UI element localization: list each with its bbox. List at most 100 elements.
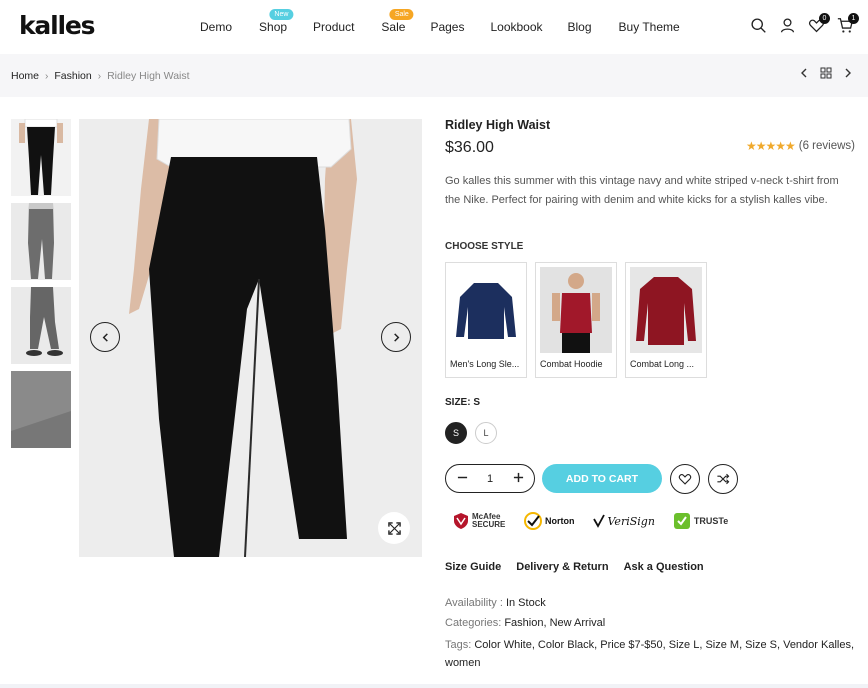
badge-label: Norton <box>545 516 575 526</box>
thumbnail-list <box>11 119 71 455</box>
thumbnail-2[interactable] <box>11 203 71 280</box>
nav-label: Blog <box>567 20 592 34</box>
product-navigation <box>798 67 854 82</box>
norton-badge: Norton <box>524 512 575 530</box>
style-image <box>540 267 612 353</box>
header-actions: 0 1 <box>750 13 859 34</box>
size-option-s[interactable]: S <box>445 422 467 444</box>
nav-buy-theme[interactable]: Buy Theme <box>619 20 680 34</box>
availability-label: Availability : <box>445 597 503 609</box>
shield-icon <box>454 513 468 529</box>
decrease-quantity-button[interactable] <box>456 470 468 487</box>
size-options: S L <box>445 422 497 444</box>
badge-label: VeriSign <box>607 514 655 528</box>
compare-button[interactable] <box>708 464 738 494</box>
cart-icon[interactable]: 1 <box>837 13 859 34</box>
thumbnail-4[interactable] <box>11 371 71 448</box>
size-label: SIZE: S <box>445 397 481 408</box>
size-option-l[interactable]: L <box>475 422 497 444</box>
style-option-3[interactable]: Combat Long ... <box>625 262 707 378</box>
sale-badge: Sale <box>389 9 414 20</box>
nav-label: Shop <box>259 20 288 34</box>
product-main-image[interactable] <box>79 119 422 557</box>
trust-badges: McAfee SECURE Norton VeriSign TRUSTe <box>453 512 728 530</box>
nav-label: Product <box>313 20 355 34</box>
categories-row: Categories: Fashion, New Arrival <box>445 614 860 632</box>
heart-icon[interactable]: 0 <box>808 13 830 34</box>
product-title: Ridley High Waist <box>445 118 551 132</box>
style-option-1[interactable]: Men's Long Sle... <box>445 262 527 378</box>
quantity-stepper: 1 <box>445 464 535 493</box>
next-image-button[interactable] <box>381 322 411 352</box>
nav-lookbook[interactable]: Lookbook <box>490 20 542 34</box>
wishlist-button[interactable] <box>670 464 700 494</box>
product-price: $36.00 <box>445 139 494 156</box>
verisign-badge: VeriSign <box>592 514 655 528</box>
nav-shop[interactable]: Shop New <box>259 9 294 34</box>
nav-pages[interactable]: Pages <box>430 20 464 34</box>
chevron-right-icon: › <box>45 70 49 82</box>
breadcrumb: Home › Fashion › Ridley High Waist <box>11 70 190 82</box>
product-links: Size Guide Delivery & Return Ask a Quest… <box>445 561 704 573</box>
main-nav: Demo Shop New Product Sale Sale Pages Lo… <box>200 9 680 34</box>
breadcrumb-home[interactable]: Home <box>11 70 39 82</box>
availability-row: Availability : In Stock <box>445 594 860 612</box>
thumbnail-3[interactable] <box>11 287 71 364</box>
nav-sale[interactable]: Sale Sale <box>381 9 414 34</box>
badge-label: McAfee SECURE <box>472 512 506 529</box>
thumbnail-1[interactable] <box>11 119 71 196</box>
site-header: kalles Demo Shop New Product Sale Sale P… <box>0 0 868 54</box>
grid-icon[interactable] <box>820 67 832 82</box>
check-circle-icon <box>524 512 542 530</box>
truste-icon <box>673 513 690 529</box>
style-option-2[interactable]: Combat Hoodie <box>535 262 617 378</box>
ask-question-link[interactable]: Ask a Question <box>624 561 704 573</box>
quantity-value[interactable]: 1 <box>487 473 493 485</box>
site-logo[interactable]: kalles <box>19 11 95 40</box>
breadcrumb-fashion[interactable]: Fashion <box>54 70 91 82</box>
increase-quantity-button[interactable] <box>512 470 524 487</box>
tags-label: Tags: <box>445 639 472 651</box>
zoom-button[interactable] <box>378 512 410 544</box>
expand-icon <box>387 521 401 535</box>
nav-blog[interactable]: Blog <box>568 20 592 34</box>
nav-label: Lookbook <box>490 20 543 34</box>
badge-label: TRUSTe <box>693 516 729 526</box>
search-icon[interactable] <box>750 17 767 34</box>
product-rating[interactable]: ★★★★★ (6 reviews) <box>746 139 855 153</box>
add-to-cart-button[interactable]: ADD TO CART <box>542 464 662 493</box>
tags-links[interactable]: Color White, Color Black, Price $7-$50, … <box>445 639 854 669</box>
product-description: Go kalles this summer with this vintage … <box>445 175 839 206</box>
rating-stars: ★★★★★ <box>745 139 796 153</box>
chevron-right-icon <box>393 332 399 342</box>
tags-row: Tags: Color White, Color Black, Price $7… <box>445 636 860 672</box>
nav-demo[interactable]: Demo <box>200 20 232 34</box>
prev-image-button[interactable] <box>90 322 120 352</box>
style-caption: Combat Hoodie <box>540 359 603 369</box>
plus-icon <box>513 472 523 483</box>
nav-label: Pages <box>430 20 465 34</box>
next-product-icon[interactable] <box>842 67 854 82</box>
nav-label: Buy Theme <box>618 20 680 34</box>
style-label: CHOOSE STYLE <box>445 241 524 252</box>
prev-product-icon[interactable] <box>798 67 810 82</box>
heart-icon <box>678 474 692 485</box>
size-guide-link[interactable]: Size Guide <box>445 561 501 573</box>
categories-label: Categories: <box>445 617 502 629</box>
categories-links[interactable]: Fashion, New Arrival <box>504 617 605 629</box>
availability-value: In Stock <box>505 597 546 609</box>
style-caption: Combat Long ... <box>630 359 695 369</box>
shuffle-icon <box>717 473 730 485</box>
nav-label: Sale <box>381 20 406 34</box>
style-image <box>630 267 702 353</box>
page-divider <box>0 684 868 688</box>
cart-count: 1 <box>848 13 859 24</box>
mcafee-badge: McAfee SECURE <box>453 512 506 530</box>
chevron-left-icon <box>102 332 108 342</box>
product-photo <box>79 119 422 557</box>
truste-badge: TRUSTe <box>673 512 728 530</box>
review-count[interactable]: (6 reviews) <box>799 140 855 152</box>
nav-product[interactable]: Product <box>313 20 354 34</box>
user-icon[interactable] <box>779 17 796 34</box>
delivery-return-link[interactable]: Delivery & Return <box>516 561 608 573</box>
